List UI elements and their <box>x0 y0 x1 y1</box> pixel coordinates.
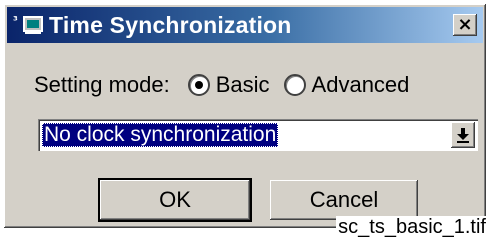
close-button[interactable]: × <box>453 14 477 36</box>
window-title: Time Synchronization <box>49 11 292 38</box>
sync-mode-select[interactable]: No clock synchronization <box>38 119 478 151</box>
dropdown-button[interactable] <box>451 122 475 148</box>
ok-button[interactable]: OK <box>98 178 252 222</box>
time-sync-dialog: ³ Time Synchronization × Setting mode: B… <box>4 4 486 228</box>
computer-icon: ³ <box>13 12 43 38</box>
radio-basic-label[interactable]: Basic <box>216 72 270 98</box>
radio-advanced-indicator[interactable] <box>283 74 306 96</box>
sync-mode-value[interactable]: No clock synchronization <box>42 123 279 147</box>
icon-number: ³ <box>13 14 18 27</box>
radio-advanced[interactable]: Advanced <box>283 72 410 98</box>
setting-mode-label: Setting mode: <box>34 72 170 97</box>
setting-mode-row: Setting mode: Basic Advanced <box>34 72 423 98</box>
arrow-down-icon <box>457 128 469 143</box>
title-bar[interactable]: ³ Time Synchronization × <box>7 7 483 43</box>
image-caption: sc_ts_basic_1.tif <box>336 216 488 239</box>
cancel-button[interactable]: Cancel <box>270 180 418 220</box>
radio-basic-indicator[interactable] <box>187 74 210 96</box>
radio-basic[interactable]: Basic <box>187 72 270 98</box>
close-icon: × <box>457 14 473 35</box>
radio-advanced-label[interactable]: Advanced <box>312 72 410 98</box>
